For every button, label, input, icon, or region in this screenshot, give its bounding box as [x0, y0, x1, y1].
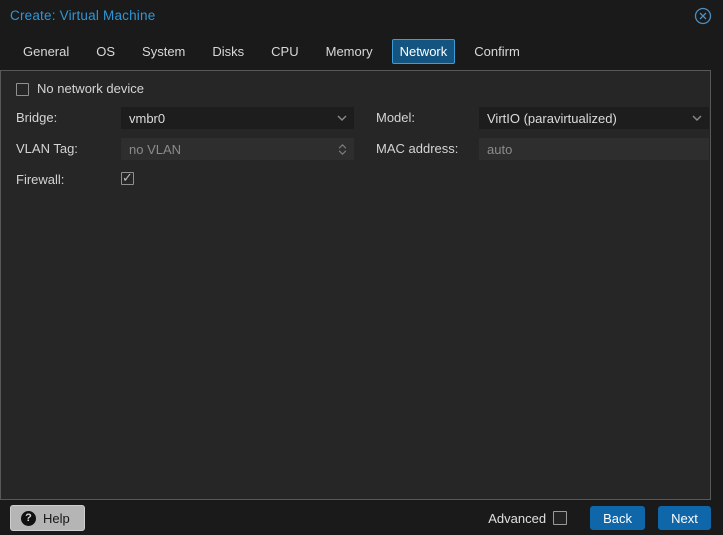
- tab-disks[interactable]: Disks: [204, 39, 252, 64]
- mac-address-label: MAC address:: [376, 141, 459, 156]
- tab-cpu[interactable]: CPU: [263, 39, 306, 64]
- advanced-label: Advanced: [488, 510, 547, 526]
- tab-os[interactable]: OS: [88, 39, 123, 64]
- back-button[interactable]: Back: [590, 506, 645, 530]
- help-button-label: Help: [43, 510, 70, 526]
- model-label: Model:: [376, 110, 416, 125]
- tab-network[interactable]: Network: [391, 38, 456, 64]
- bridge-label: Bridge:: [16, 110, 58, 125]
- dialog-footer: Help Advanced Back Next: [0, 501, 723, 535]
- tab-general[interactable]: General: [15, 39, 77, 64]
- vlan-tag-label: VLAN Tag:: [16, 141, 78, 156]
- question-circle-icon: [21, 510, 36, 526]
- firewall-checkbox[interactable]: [121, 170, 134, 186]
- no-network-device-checkbox[interactable]: [16, 83, 29, 96]
- network-form-panel: No network device Bridge: Model: VLAN Ta…: [0, 70, 711, 500]
- close-icon[interactable]: [694, 7, 712, 25]
- tab-system[interactable]: System: [134, 39, 193, 64]
- wizard-tabs: General OS System Disks CPU Memory Netwo…: [0, 32, 723, 70]
- vlan-tag-input[interactable]: [121, 138, 354, 160]
- tab-memory[interactable]: Memory: [318, 39, 381, 64]
- mac-address-input[interactable]: [479, 138, 709, 160]
- firewall-label: Firewall:: [16, 172, 65, 187]
- advanced-checkbox[interactable]: [553, 511, 568, 525]
- model-combobox[interactable]: [479, 107, 709, 129]
- bridge-combobox[interactable]: [121, 107, 354, 129]
- next-button[interactable]: Next: [658, 506, 711, 530]
- tab-confirm[interactable]: Confirm: [466, 39, 528, 64]
- no-network-device-label: No network device: [37, 81, 144, 96]
- help-button[interactable]: Help: [10, 505, 85, 531]
- dialog-titlebar: Create: Virtual Machine: [0, 0, 723, 32]
- dialog-title: Create: Virtual Machine: [10, 8, 156, 23]
